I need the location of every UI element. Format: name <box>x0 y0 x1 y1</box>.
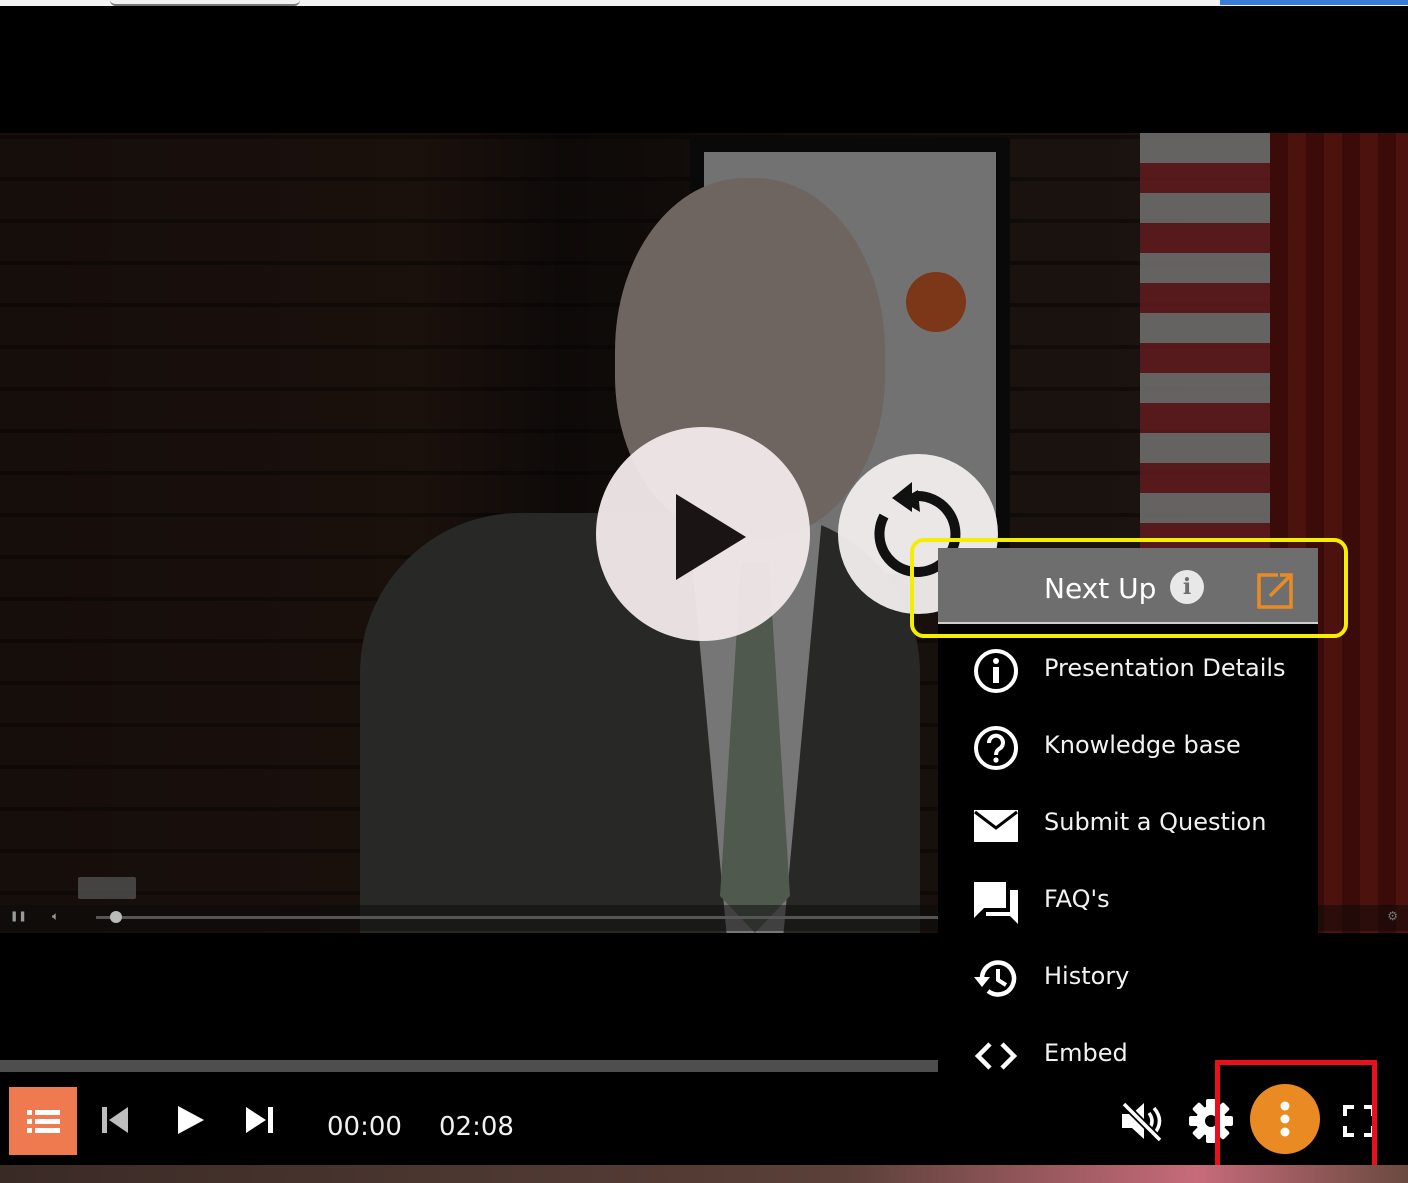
video-player-page: ❚❚ 🔈︎ ⚙︎ Next Up i Presentation Details … <box>0 0 1408 1183</box>
big-play-button[interactable] <box>596 427 810 641</box>
next-up-item[interactable]: Next Up i <box>938 548 1318 624</box>
play-icon <box>676 494 746 580</box>
top-strip <box>0 0 1408 6</box>
previous-button[interactable] <box>98 1102 134 1138</box>
menu-item-presentation-details[interactable]: Presentation Details <box>938 630 1318 707</box>
mini-time-tooltip <box>78 877 136 899</box>
fullscreen-button[interactable] <box>1342 1104 1376 1138</box>
more-options-button[interactable] <box>1250 1084 1320 1154</box>
info-circle-icon <box>974 649 1018 693</box>
mini-seek-knob <box>110 911 122 923</box>
menu-item-label: Submit a Question <box>1044 808 1267 836</box>
menu-item-submit-question[interactable]: Submit a Question <box>938 784 1318 861</box>
mini-seek-track <box>96 916 946 919</box>
menu-item-label: Presentation Details <box>1044 654 1286 682</box>
envelope-icon <box>974 810 1018 842</box>
menu-item-label: History <box>1044 962 1130 990</box>
options-menu: Next Up i Presentation Details Knowledge… <box>938 548 1318 1073</box>
menu-item-label: Embed <box>1044 1039 1128 1067</box>
list-icon <box>27 1110 60 1133</box>
chat-bubbles-icon <box>974 882 1018 924</box>
current-time: 00:00 <box>327 1112 402 1142</box>
mini-pause-icon: ❚❚ <box>10 911 27 922</box>
next-up-label: Next Up <box>1044 572 1157 605</box>
question-circle-icon <box>974 726 1018 770</box>
next-button[interactable] <box>242 1102 278 1138</box>
menu-item-label: Knowledge base <box>1044 731 1241 759</box>
logo-fragment <box>110 0 300 6</box>
mini-volume-icon: 🔈︎ <box>52 909 60 923</box>
history-icon <box>974 960 1017 997</box>
seek-bar[interactable] <box>0 1060 938 1072</box>
menu-item-knowledge-base[interactable]: Knowledge base <box>938 707 1318 784</box>
vertical-dots-icon <box>1280 1101 1290 1137</box>
mini-gear-icon: ⚙︎ <box>1387 909 1398 923</box>
blue-header-fragment <box>1220 0 1408 5</box>
mute-button[interactable] <box>1118 1100 1164 1142</box>
info-icon[interactable]: i <box>1170 570 1204 604</box>
external-link-icon[interactable] <box>1256 570 1296 610</box>
background-page-strip <box>0 1165 1408 1183</box>
duration-time: 02:08 <box>439 1112 514 1142</box>
settings-gear-icon[interactable] <box>1188 1098 1234 1144</box>
control-bar: 00:00 02:08 <box>0 1072 1408 1165</box>
menu-item-history[interactable]: History <box>938 938 1318 1015</box>
menu-item-label: FAQ's <box>1044 885 1110 913</box>
playlist-button[interactable] <box>9 1087 77 1155</box>
play-button[interactable] <box>172 1102 208 1138</box>
menu-item-faqs[interactable]: FAQ's <box>938 861 1318 938</box>
